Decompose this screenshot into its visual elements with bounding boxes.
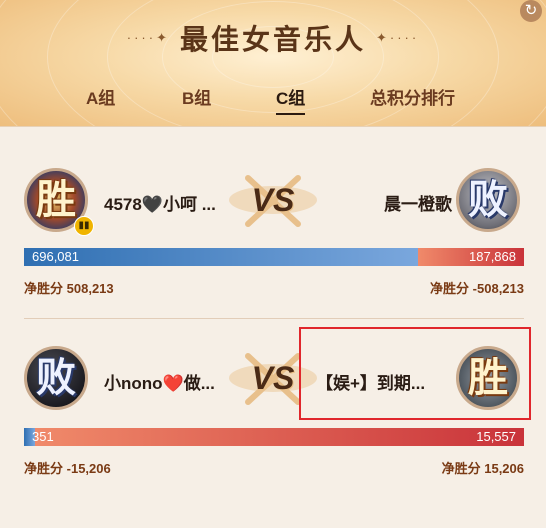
left-vote-count: 696,081 <box>32 249 79 264</box>
left-vote-fill <box>24 248 418 266</box>
right-contestant-name[interactable]: 晨一橙歌 <box>372 190 452 215</box>
lose-badge: 败 <box>36 354 76 401</box>
net-score-value: -508,213 <box>472 281 524 296</box>
refresh-icon[interactable]: ↻ <box>520 0 542 22</box>
vs-emblem: VS <box>228 170 318 230</box>
lose-badge: 败 <box>468 176 508 223</box>
highlight-box <box>299 327 531 420</box>
left-vote-count: 351 <box>32 429 54 444</box>
vote-bar: 696,081 187,868 <box>24 248 524 266</box>
tab-total-ranking[interactable]: 总积分排行 <box>370 84 455 109</box>
right-vote-count: 15,557 <box>476 429 516 444</box>
group-tabs: A组 B组 C组 总积分排行 <box>0 84 546 115</box>
right-vote-fill <box>35 428 524 446</box>
left-contestant-name[interactable]: 小nono❤️做... <box>104 369 234 394</box>
right-vote-count: 187,868 <box>469 249 516 264</box>
net-score-label: 净胜分 <box>430 281 470 296</box>
left-contestant-name[interactable]: 4578🖤小呵 ... <box>104 190 234 215</box>
match-card-1: 胜 ▮▮ 4578🖤小呵 ... VS 晨一橙歌 败 696,081 187,8… <box>0 126 546 316</box>
right-avatar[interactable]: 败 <box>456 168 520 232</box>
vs-label: VS <box>251 359 295 396</box>
net-score-label: 净胜分 <box>24 461 64 476</box>
right-net-score: 净胜分 15,206 <box>442 458 524 477</box>
win-badge: 胜 <box>36 176 76 223</box>
title-right-decoration: ✦···· <box>376 30 420 45</box>
right-net-score: 净胜分 -508,213 <box>430 278 524 297</box>
net-score-label: 净胜分 <box>441 461 481 476</box>
tab-group-a[interactable]: A组 <box>86 84 115 109</box>
title-row: ····✦ 最佳女音乐人 ✦···· <box>0 18 546 58</box>
vote-bar: 351 15,557 <box>24 428 524 446</box>
left-net-score: 净胜分 -15,206 <box>24 458 111 477</box>
left-avatar[interactable]: 败 <box>24 346 88 410</box>
level-icon: ▮▮ <box>74 216 94 236</box>
tab-group-c[interactable]: C组 <box>276 84 306 115</box>
net-score-value: -15,206 <box>66 461 111 476</box>
left-net-score: 净胜分 508,213 <box>24 278 114 297</box>
title-left-decoration: ····✦ <box>126 30 170 45</box>
net-score-value: 508,213 <box>66 281 114 296</box>
page-title: 最佳女音乐人 <box>179 23 366 56</box>
net-score-value: 15,206 <box>484 461 524 476</box>
header: ····✦ 最佳女音乐人 ✦···· ↻ A组 B组 C组 总积分排行 <box>0 0 546 127</box>
net-score-label: 净胜分 <box>24 281 64 296</box>
vs-label: VS <box>251 181 295 218</box>
tab-group-b[interactable]: B组 <box>182 84 211 109</box>
